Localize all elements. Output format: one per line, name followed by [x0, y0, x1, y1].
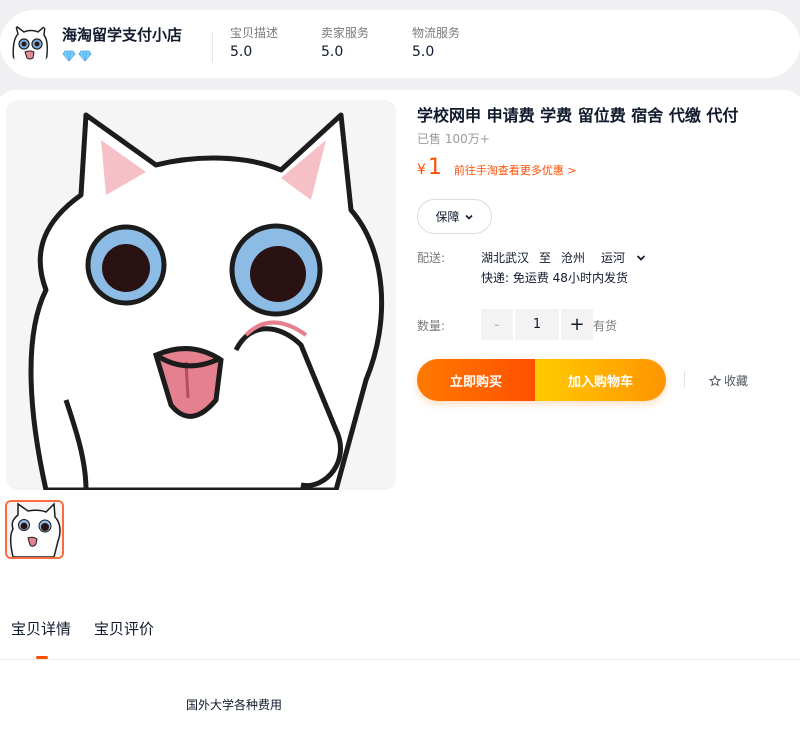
promo-link[interactable]: 前往手淘查看更多优惠 > — [454, 162, 577, 178]
sold-count: 已售 100万+ — [417, 132, 490, 146]
shop-divider — [212, 32, 213, 62]
shop-level-badges — [62, 50, 92, 62]
active-tab-indicator — [36, 656, 48, 659]
delivery-info: 快递: 免运费 48小时内发货 — [481, 271, 628, 285]
favorite-label: 收藏 — [724, 374, 749, 388]
tab-details[interactable]: 宝贝详情 — [11, 618, 71, 639]
score-value: 5.0 — [230, 44, 253, 60]
delivery-route: 湖北武汉 至 沧州 运河 — [481, 249, 647, 266]
diamond-icon — [62, 50, 76, 62]
shop-avatar[interactable] — [8, 22, 52, 66]
price-row: ¥ 1 前往手淘查看更多优惠 > — [417, 155, 577, 180]
quantity-input[interactable]: 1 — [515, 309, 559, 340]
quantity-increase-button[interactable]: + — [561, 309, 593, 340]
buy-now-button[interactable]: 立即购买 — [417, 359, 535, 401]
quantity-label: 数量: — [417, 319, 446, 333]
product-main-image[interactable] — [6, 100, 396, 490]
score-value: 5.0 — [321, 44, 344, 60]
score-label: 宝贝描述 — [230, 26, 279, 40]
score-description: 宝贝描述 5.0 — [230, 24, 278, 60]
quantity-stepper: - 1 + — [481, 309, 593, 340]
detail-tabs: 宝贝详情 宝贝评价 — [0, 612, 800, 660]
score-label: 物流服务 — [412, 26, 461, 40]
product-title: 学校网申 申请费 学费 留位费 宿舍 代缴 代付 — [417, 106, 739, 125]
delivery-to-word: 至 — [539, 251, 552, 265]
quantity-decrease-button[interactable]: - — [481, 309, 513, 340]
delivery-city[interactable]: 沧州 — [561, 249, 585, 266]
product-thumbnail[interactable] — [5, 500, 64, 559]
shop-header: 海淘留学支付小店 宝贝描述 5.0 卖家服务 5.0 物流服务 5.0 — [0, 10, 800, 78]
chevron-down-icon — [464, 214, 473, 220]
star-icon — [709, 374, 721, 386]
favorite-button[interactable]: 收藏 — [709, 372, 748, 389]
delivery-district[interactable]: 运河 — [601, 249, 625, 266]
diamond-icon — [78, 50, 92, 62]
price-value: 1 — [427, 155, 442, 180]
stock-status: 有货 — [593, 319, 618, 333]
score-service: 卖家服务 5.0 — [321, 24, 369, 60]
purchase-buttons: 立即购买 加入购物车 — [417, 359, 666, 401]
chevron-down-icon[interactable] — [635, 252, 647, 264]
tab-reviews[interactable]: 宝贝评价 — [94, 618, 154, 639]
guarantee-button[interactable]: 保障 — [417, 199, 492, 234]
price-currency: ¥ — [417, 162, 426, 178]
score-logistics: 物流服务 5.0 — [412, 24, 460, 60]
detail-description: 国外大学各种费用 — [186, 698, 283, 712]
shop-name[interactable]: 海淘留学支付小店 — [62, 24, 182, 45]
add-to-cart-button[interactable]: 加入购物车 — [535, 359, 666, 401]
score-value: 5.0 — [412, 44, 435, 60]
delivery-label: 配送: — [417, 251, 446, 265]
guarantee-label: 保障 — [435, 210, 460, 224]
delivery-from: 湖北武汉 — [481, 251, 530, 265]
score-label: 卖家服务 — [321, 26, 370, 40]
favorite-divider — [684, 371, 685, 388]
